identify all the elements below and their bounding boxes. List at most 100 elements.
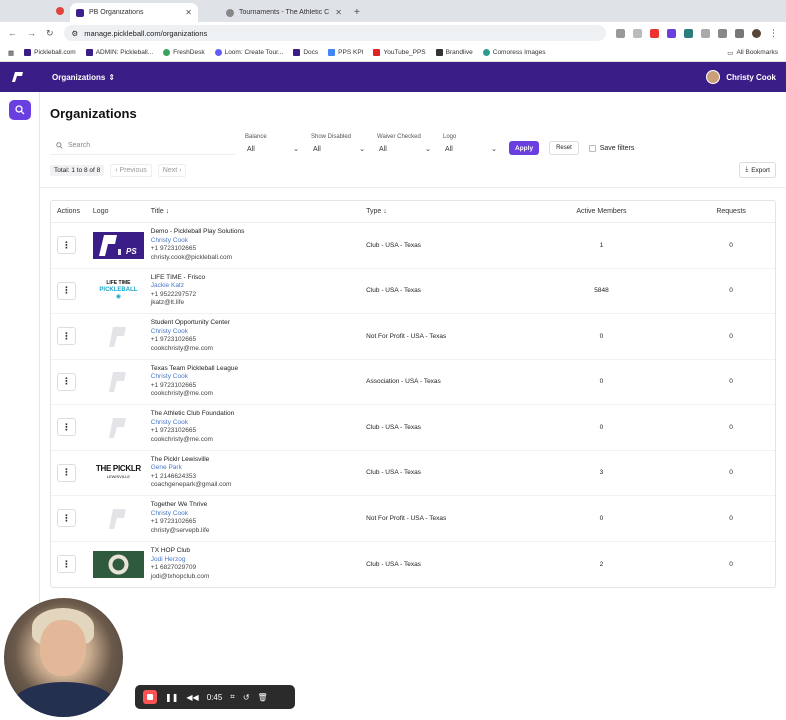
contact-name[interactable]: Christy Cook [151,237,366,246]
search-input[interactable]: Search [50,137,235,155]
bookmark-item[interactable]: Docs [293,49,318,56]
org-name[interactable]: TX HOP Club [151,547,366,556]
contact-name[interactable]: Christy Cook [151,510,366,519]
table-row[interactable]: ⋮ LIFE TIME PICKLEBALL ◉ LIFE TIME - Frisco J… [51,269,775,314]
profile-icon[interactable] [752,28,761,38]
row-actions-menu-icon[interactable]: ⋮ [57,372,76,391]
tab-close-icon[interactable]: ✕ [335,8,342,17]
forward-icon[interactable]: → [27,28,36,38]
restart-icon[interactable]: ↺ [243,693,250,702]
contact-name[interactable]: Christy Cook [151,419,366,428]
trash-icon[interactable]: 🗑 [258,693,268,702]
contact-email: cookchristy@me.com [150,344,213,352]
type-cell: Club - USA - Texas [366,423,421,431]
all-bookmarks[interactable]: ▭ All Bookmarks [727,49,778,57]
bookmark-label: Loom: Create Tour... [224,49,284,56]
bookmark-item[interactable]: PPS KPI [328,49,363,56]
recording-time: 0:45 [206,692,223,702]
sidebar-icon[interactable] [735,28,744,38]
reload-icon[interactable]: ↻ [46,28,54,39]
org-name[interactable]: LIFE TIME - Frisco [151,274,366,283]
row-actions-menu-icon[interactable]: ⋮ [57,509,76,528]
contact-name[interactable]: Jackie Katz [151,282,366,291]
export-button[interactable]: ⤓ Export [739,162,776,178]
row-actions-menu-icon[interactable]: ⋮ [57,236,76,255]
org-logo [93,414,144,441]
placeholder-logo-icon [108,417,126,438]
extension-grey-icon[interactable] [701,28,710,38]
pause-icon[interactable]: ❚❚ [165,693,178,702]
menu-dots-icon[interactable]: ⋮ [769,28,778,39]
extension-teal-icon[interactable] [684,28,693,38]
bookmark-item[interactable]: Pickleball.com [24,49,76,56]
org-name[interactable]: Texas Team Pickleball League [151,365,366,374]
stop-recording-button[interactable] [143,690,157,704]
row-actions-menu-icon[interactable]: ⋮ [57,463,76,482]
extension-purple-icon[interactable] [667,28,676,38]
new-tab-icon[interactable]: + [354,7,360,22]
org-name[interactable]: The Picklr Lewisville [151,456,366,465]
bookmark-item[interactable]: YouTube_PPS [373,49,426,56]
row-actions-menu-icon[interactable]: ⋮ [57,281,76,300]
active-members-cell: 5848 [594,287,609,295]
row-actions-menu-icon[interactable]: ⋮ [57,327,76,346]
contact-name[interactable]: Gene Park [151,464,366,473]
picklr-logo: THE PICKLR LEWISVILLE [95,463,141,479]
org-switcher[interactable]: Organizations ⇕ [52,73,115,82]
apps-grid-icon[interactable]: ▦ [8,49,14,57]
type-cell: Club - USA - Texas [366,287,421,295]
table-row[interactable]: ⋮ Student Opportunity Center Christy Cook +… [51,314,775,360]
table-row[interactable]: ⋮ PS Demo - Pickleball Play Solutions Chris… [51,223,775,269]
apply-button[interactable]: Apply [509,141,540,155]
row-actions-menu-icon[interactable]: ⋮ [57,418,76,437]
save-filters-toggle[interactable]: Save filters [588,141,634,155]
balance-select[interactable]: All ⌄ [245,143,301,155]
tab-tournaments[interactable]: Tournaments - The Athletic C ✕ [220,3,348,22]
bookmark-item[interactable]: Loom: Create Tour... [214,49,284,56]
row-actions-menu-icon[interactable]: ⋮ [57,555,76,574]
col-type[interactable]: Type ↓ [366,208,516,215]
org-name[interactable]: Student Opportunity Center [151,319,366,328]
show-disabled-select[interactable]: All ⌄ [311,143,367,155]
tab-close-icon[interactable]: ✕ [185,8,192,17]
folder-icon: ▭ [727,49,734,57]
waiver-checked-select[interactable]: All ⌄ [377,143,433,155]
url-omnibox[interactable]: ⚙ manage.pickleball.com/organizations [63,25,606,41]
contact-name[interactable]: Christy Cook [151,328,366,337]
contact-name[interactable]: Christy Cook [151,373,366,382]
bookmark-star-icon[interactable] [633,28,642,38]
org-name[interactable]: Together We Thrive [151,501,366,510]
bookmark-item[interactable]: FreshDesk [163,49,205,56]
save-filters-checkbox[interactable] [588,144,596,152]
user-menu[interactable]: Christy Cook [706,70,776,84]
next-button[interactable]: Next › [157,163,187,177]
table-row[interactable]: ⋮ The Athletic Club Foundation Christy Coo… [51,405,775,451]
org-name[interactable]: The Athletic Club Foundation [151,410,366,419]
filter-waiver-checked: Waiver Checked All ⌄ [377,134,433,155]
reset-button[interactable]: Reset [549,141,579,155]
site-info-icon[interactable]: ⚙ [72,29,79,38]
table-row[interactable]: ⋮ Together We Thrive Christy Cook +1 972310… [51,496,775,542]
cast-icon[interactable] [616,28,625,38]
pickleball-logo-icon[interactable] [10,71,24,83]
extension-red-icon[interactable] [650,28,659,38]
previous-button[interactable]: ‹ Previous [110,163,152,177]
bookmark-item[interactable]: Brandlive [435,49,473,56]
table-row[interactable]: ⋮ TX HOP Club Jodi Herzog +1 6827029709 jodi… [51,542,775,588]
col-title[interactable]: Title ↓ [151,208,366,215]
table-row[interactable]: ⋮ THE PICKLR LEWISVILLE The Picklr Lewisvil… [51,451,775,496]
tab-pb-organizations[interactable]: PB Organizations ✕ [70,3,198,22]
back-icon[interactable]: ← [8,28,17,38]
table-row[interactable]: ⋮ Texas Team Pickleball League Christy Coo… [51,360,775,405]
rail-search-button[interactable] [8,100,31,120]
contact-name[interactable]: Jodi Herzog [151,556,366,565]
org-name[interactable]: Demo - Pickleball Play Solutions [151,228,366,237]
window-close-dot[interactable] [56,7,64,15]
grid-icon[interactable]: ⌗ [230,692,235,702]
logo-select[interactable]: All ⌄ [443,143,499,155]
rewind-icon[interactable]: ◀◀ [186,693,198,702]
bookmark-item[interactable]: Comoress Images [482,49,546,56]
bookmark-label: Pickleball.com [34,49,76,56]
bookmark-item[interactable]: ADMIN: Pickleball... [85,49,153,56]
extensions-puzzle-icon[interactable] [718,28,727,38]
